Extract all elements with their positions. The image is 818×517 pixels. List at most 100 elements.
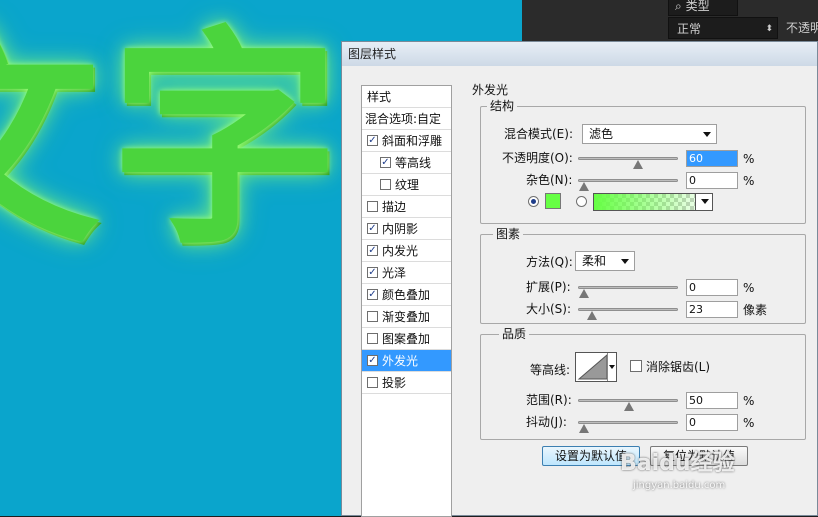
style-item[interactable]: ✓ 斜面和浮雕 [362, 130, 451, 152]
baidu-watermark-logo: Baidu经验 [620, 451, 735, 476]
chevron-down-icon [701, 199, 709, 204]
size-slider[interactable] [578, 308, 678, 320]
layer-blend-mode-select[interactable]: 正常 ⬍ [668, 17, 778, 39]
style-item[interactable]: ✓ 外发光 [362, 350, 451, 372]
style-item-checkbox[interactable]: ✓ [367, 135, 378, 146]
style-item-checkbox[interactable]: ✓ [367, 267, 378, 278]
jitter-slider[interactable] [578, 421, 678, 433]
noise-slider-thumb[interactable] [579, 182, 589, 191]
noise-label: 杂色(N): [526, 173, 573, 187]
size-label: 大小(S): [526, 302, 572, 316]
style-item-checkbox[interactable] [367, 311, 378, 322]
jitter-slider-thumb[interactable] [579, 424, 589, 433]
chevron-down-icon [703, 132, 711, 137]
jitter-input[interactable]: 0 [686, 414, 738, 431]
layer-opacity-label: 不透明 [786, 21, 818, 35]
range-unit: % [743, 394, 755, 408]
opacity-slider-thumb[interactable] [633, 160, 643, 169]
updown-arrows-icon: ⬍ [765, 24, 773, 34]
noise-input[interactable]: 0 [686, 172, 738, 189]
opacity-label: 不透明度(O): [502, 151, 573, 165]
layer-kind-label: 类型 [685, 0, 710, 13]
blend-options-label: 混合选项:自定 [365, 112, 442, 126]
style-item[interactable]: 纹理 [362, 174, 451, 196]
canvas-text-glyph-2: 字 [110, 9, 341, 276]
technique-label: 方法(Q): [526, 255, 573, 269]
opacity-slider[interactable] [578, 157, 678, 169]
range-slider-thumb[interactable] [624, 402, 634, 411]
style-item-label: 等高线 [395, 156, 432, 170]
style-item-checkbox[interactable]: ✓ [367, 245, 378, 256]
style-item[interactable]: ✓ 等高线 [362, 152, 451, 174]
style-item[interactable]: 描边 [362, 196, 451, 218]
elements-group: 图素 方法(Q): 柔和 扩展(P): 0 % 大小(S): 23 像素 [480, 227, 806, 324]
antialias-checkbox[interactable] [630, 360, 642, 372]
gradient-radio[interactable] [576, 196, 587, 207]
style-item-label: 光泽 [382, 266, 407, 280]
spread-label: 扩展(P): [526, 280, 571, 294]
style-list-header[interactable]: 样式 [362, 86, 451, 108]
blend-mode-value: 滤色 [589, 127, 614, 141]
style-item-checkbox[interactable] [367, 333, 378, 344]
elements-title: 图素 [493, 227, 524, 241]
blend-mode-label: 混合模式(E): [504, 127, 573, 141]
jitter-label: 抖动(J): [526, 415, 567, 429]
technique-select[interactable]: 柔和 [575, 251, 635, 271]
style-item[interactable]: ✓ 内发光 [362, 240, 451, 262]
size-slider-thumb[interactable] [587, 311, 598, 320]
solid-color-radio[interactable] [528, 196, 539, 207]
gradient-picker[interactable] [593, 193, 713, 211]
style-item-checkbox[interactable] [367, 377, 378, 388]
style-item-checkbox[interactable] [367, 201, 378, 212]
range-input[interactable]: 50 [686, 392, 738, 409]
spread-slider[interactable] [578, 286, 678, 298]
style-item-label: 颜色叠加 [382, 288, 431, 302]
layer-style-dialog: 图层样式 样式 混合选项:自定 ✓ 斜面和浮雕 ✓ 等高线 纹理 描边 ✓ 内阴影 ✓ 内发光 ✓ 光… [341, 41, 818, 517]
spread-input[interactable]: 0 [686, 279, 738, 296]
spread-unit: % [743, 281, 755, 295]
quality-group: 品质 等高线: 消除锯齿(L) 范围(R): 50 % 抖动(J): 0 % [480, 327, 806, 440]
style-item-checkbox[interactable]: ✓ [380, 157, 391, 168]
style-item-label: 图案叠加 [382, 332, 431, 346]
chevron-down-icon [609, 365, 615, 369]
style-item-checkbox[interactable] [380, 179, 391, 190]
noise-slider[interactable] [578, 179, 678, 191]
contour-preview-icon [577, 353, 608, 380]
blend-mode-select[interactable]: 滤色 [582, 124, 717, 144]
noise-unit: % [743, 174, 755, 188]
style-item[interactable]: ✓ 光泽 [362, 262, 451, 284]
opacity-input[interactable]: 60 [686, 150, 738, 167]
antialias-label: 消除锯齿(L) [646, 360, 711, 374]
style-item[interactable]: ✓ 内阴影 [362, 218, 451, 240]
style-item-label: 内阴影 [382, 222, 419, 236]
glow-color-swatch[interactable] [545, 193, 561, 209]
style-item-checkbox[interactable]: ✓ [367, 355, 378, 366]
layer-kind-filter[interactable]: ⌕ 类型 [668, 0, 738, 16]
style-list: 样式 混合选项:自定 ✓ 斜面和浮雕 ✓ 等高线 纹理 描边 ✓ 内阴影 ✓ 内发光 ✓ 光泽 ✓ 颜色叠… [361, 85, 452, 517]
style-item[interactable]: ✓ 颜色叠加 [362, 284, 451, 306]
style-item-checkbox[interactable]: ✓ [367, 289, 378, 300]
canvas-text-glyph-1: 文 [0, 28, 100, 258]
range-slider[interactable] [578, 399, 678, 411]
contour-label: 等高线: [530, 363, 571, 377]
contour-picker[interactable] [575, 352, 617, 382]
quality-title: 品质 [499, 327, 530, 341]
style-item-checkbox[interactable]: ✓ [367, 223, 378, 234]
gradient-dropdown[interactable] [695, 194, 712, 210]
spread-slider-thumb[interactable] [579, 289, 589, 298]
section-title: 外发光 [472, 83, 509, 97]
style-item[interactable]: 图案叠加 [362, 328, 451, 350]
blend-options-item[interactable]: 混合选项:自定 [362, 108, 451, 130]
style-item[interactable]: 渐变叠加 [362, 306, 451, 328]
size-input[interactable]: 23 [686, 301, 738, 318]
style-item-label: 渐变叠加 [382, 310, 431, 324]
style-item[interactable]: 投影 [362, 372, 451, 394]
structure-group: 结构 混合模式(E): 滤色 不透明度(O): 60 % 杂色(N): 0 % [480, 99, 806, 224]
search-icon: ⌕ [675, 0, 682, 13]
contour-dropdown[interactable] [607, 353, 616, 381]
dialog-title: 图层样式 [342, 42, 817, 66]
structure-title: 结构 [487, 99, 518, 113]
style-list-header-label: 样式 [367, 90, 392, 104]
jitter-unit: % [743, 416, 755, 430]
size-unit: 像素 [743, 303, 768, 317]
